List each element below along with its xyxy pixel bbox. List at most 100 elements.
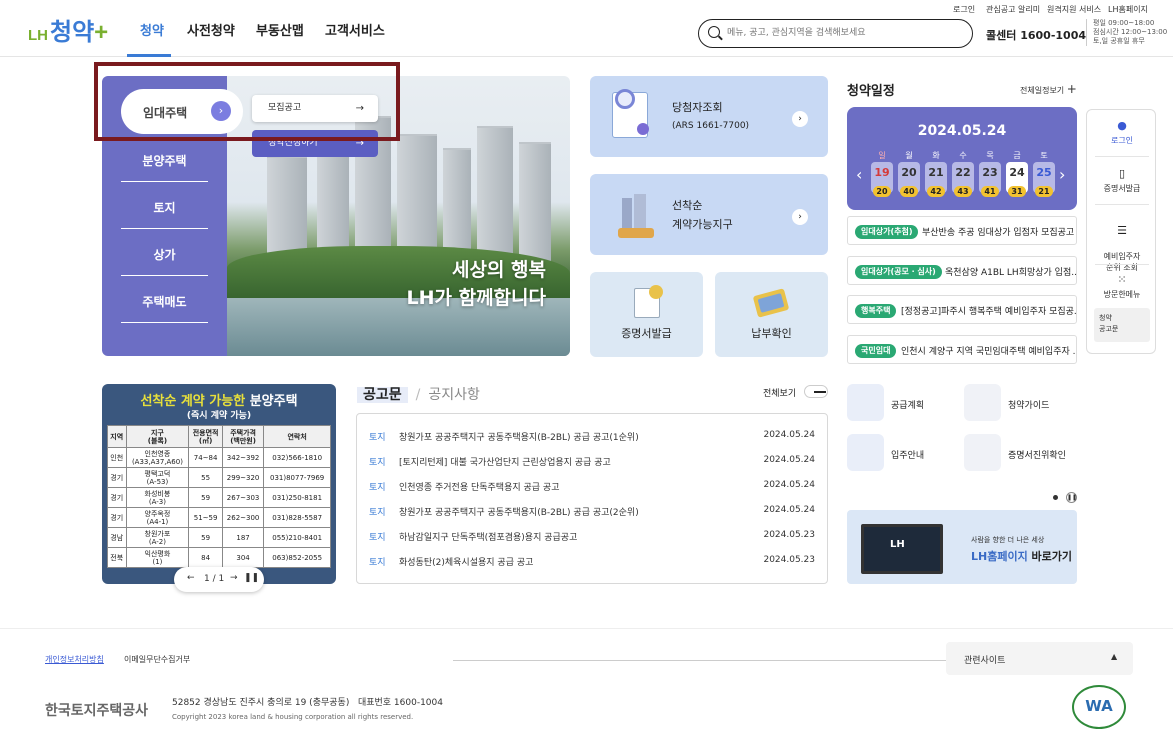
util-login[interactable]: 로그인 bbox=[953, 4, 975, 15]
schedule-notice-item[interactable]: 임대상가(추첨) 부산반송 주공 임대상가 입점자 모집공고 bbox=[847, 216, 1077, 245]
verify-icon[interactable] bbox=[964, 434, 1001, 471]
guide-icon[interactable] bbox=[964, 384, 1001, 421]
list-item[interactable]: 토지 창원가포 공공주택지구 공동주택용지(B-2BL) 공급 공고(1순위) 20… bbox=[369, 430, 815, 444]
tab-announcements[interactable]: 공고문 bbox=[357, 387, 408, 403]
dow: 목 bbox=[986, 151, 994, 160]
schedule-more-link[interactable]: 전체일정보기 + bbox=[1020, 82, 1077, 96]
next-arrow-icon[interactable]: → bbox=[230, 573, 238, 583]
table-cell: 전북 bbox=[107, 547, 127, 568]
list-item[interactable]: 토지 창원가포 공공주택지구 공동주택용지(B-2BL) 공급 공고(2순위) 20… bbox=[369, 505, 815, 519]
certificate-label: 증명서발급 bbox=[621, 327, 672, 340]
ad-line1: 사람을 향한 더 나은 세상 bbox=[971, 536, 1045, 544]
list-item[interactable]: 토지 [토지리턴제] 대불 국가산업단지 근린상업용지 공급 공고 2024.05.… bbox=[369, 455, 815, 469]
quick-login[interactable]: ● 로그인 bbox=[1087, 120, 1157, 146]
calendar-day[interactable]: 20 40 bbox=[898, 162, 920, 197]
schedule-notice-item[interactable]: 행복주택 [정정공고]파주시 행복주택 예비입주자 모집공... bbox=[847, 295, 1077, 324]
board-viewall-link[interactable]: 전체보기 bbox=[763, 386, 796, 399]
day-number: 22 bbox=[955, 166, 971, 179]
list-item[interactable]: 토지 하남감일지구 단독주택(점포겸용)용지 공급공고 2024.05.23 bbox=[369, 530, 815, 544]
item-category: 토지 bbox=[369, 483, 386, 493]
quick-certificate[interactable]: ▯ 증명서발급 bbox=[1087, 168, 1157, 194]
nav-customer-service[interactable]: 고객서비스 bbox=[325, 20, 385, 39]
minus-toggle-icon[interactable] bbox=[804, 385, 828, 398]
hours-lunch: 점심시간 12:00~13:00 bbox=[1093, 28, 1168, 36]
supply-plan-icon[interactable] bbox=[847, 384, 884, 421]
search-box[interactable] bbox=[698, 19, 973, 48]
menu-land[interactable]: 토지 bbox=[121, 199, 208, 229]
item-date: 2024.05.23 bbox=[763, 530, 815, 540]
ad-line2: LH홈페이지 바로가기 bbox=[971, 548, 1072, 564]
link-supply-plan[interactable]: 공급계획 bbox=[891, 398, 924, 411]
certificate-card[interactable]: 증명서발급 bbox=[590, 272, 703, 357]
link-verify[interactable]: 증명서진위확인 bbox=[1008, 448, 1066, 461]
link-move-in[interactable]: 입주안내 bbox=[891, 448, 924, 461]
table-cell: 031)828-5587 bbox=[263, 507, 331, 528]
menu-house-sale[interactable]: 주택매도 bbox=[121, 293, 208, 323]
table-row: 인천 인천영종 (A33,A37,A60) 74~84 342~392 032)… bbox=[107, 447, 331, 468]
caret-up-icon: ▲ bbox=[1111, 652, 1118, 661]
callcenter-number: 1600-1004 bbox=[1020, 29, 1087, 42]
nav-cheongyak[interactable]: 청약 bbox=[140, 20, 164, 39]
notice-badge: 국민임대 bbox=[855, 344, 897, 358]
pause-icon[interactable]: ❚❚ bbox=[1066, 492, 1077, 503]
notice-text: 인천시 계양구 지역 국민임대주택 예비입주자 ... bbox=[901, 347, 1077, 357]
search-icon[interactable] bbox=[708, 26, 720, 38]
email-refusal-link[interactable]: 이메일무단수집거부 bbox=[124, 654, 190, 665]
winner-lookup-card[interactable]: 당첨자조회 (ARS 1661-7700) › bbox=[590, 76, 828, 157]
search-input[interactable] bbox=[727, 25, 962, 41]
schedule-title: 청약일정 bbox=[847, 84, 895, 99]
quick-waitlist-label: 예비입주자 순위 조회 bbox=[1103, 252, 1141, 272]
item-category: 토지 bbox=[369, 458, 386, 468]
table-cell: 경기 bbox=[107, 487, 127, 508]
table-cell: 267~303 bbox=[221, 487, 265, 508]
item-date: 2024.05.24 bbox=[763, 455, 815, 465]
util-lh-homepage[interactable]: LH홈페이지 bbox=[1108, 4, 1148, 15]
privacy-policy-link[interactable]: 개인정보처리방침 bbox=[45, 654, 104, 665]
calendar-day[interactable]: 21 42 bbox=[925, 162, 947, 197]
day-number: 24 bbox=[1009, 166, 1025, 179]
schedule-notice-item[interactable]: 임대상가(공모 · 심사) 옥천삼양 A1BL LH희망상가 입점... bbox=[847, 256, 1077, 285]
schedule-notice-item[interactable]: 국민임대 인천시 계양구 지역 국민임대주택 예비입주자 ... bbox=[847, 335, 1077, 364]
table-cell: 경기 bbox=[107, 507, 127, 528]
next-week-icon[interactable]: › bbox=[1059, 165, 1065, 184]
calendar-day[interactable]: 22 43 bbox=[952, 162, 974, 197]
list-item[interactable]: 토지 화성동탄(2)체육시설용지 공급 공고 2024.05.23 bbox=[369, 555, 815, 569]
monitor-image: LH bbox=[861, 524, 943, 574]
menu-sale-housing[interactable]: 분양주택 bbox=[121, 152, 208, 182]
first-come-banner[interactable]: 선착순 계약 가능한 분양주택 (즉시 계약 가능) 지역 지구 (블록) 전용… bbox=[102, 384, 336, 584]
lh-logo[interactable]: LH청약+ bbox=[28, 12, 108, 47]
move-in-icon[interactable] bbox=[847, 434, 884, 471]
tab-notices[interactable]: 공지사항 bbox=[428, 387, 480, 403]
item-title: 화성동탄(2)체육시설용지 공급 공고 bbox=[399, 558, 534, 568]
nav-pre-subscription[interactable]: 사전청약 bbox=[187, 20, 235, 39]
chevron-right-icon[interactable]: › bbox=[792, 209, 808, 225]
document-icon: ▯ bbox=[1118, 167, 1126, 180]
slide-dot[interactable] bbox=[1053, 495, 1058, 500]
payment-label: 납부확인 bbox=[751, 327, 792, 340]
util-alert[interactable]: 관심공고 알리미 bbox=[986, 4, 1040, 15]
chevron-right-icon[interactable]: › bbox=[792, 111, 808, 127]
hero-line1: 세상의 행복 bbox=[451, 259, 546, 281]
payment-card[interactable]: 납부확인 bbox=[715, 272, 828, 357]
list-item[interactable]: 토지 인천영종 주거전용 단독주택용지 공급 공고 2024.05.24 bbox=[369, 480, 815, 494]
link-guide[interactable]: 청약가이드 bbox=[1008, 398, 1049, 411]
calendar-day[interactable]: 19 20 bbox=[871, 162, 893, 197]
calendar-day[interactable]: 23 41 bbox=[979, 162, 1001, 197]
prev-week-icon[interactable]: ‹ bbox=[856, 165, 862, 184]
first-come-card[interactable]: 선착순 계약가능지구 › bbox=[590, 174, 828, 255]
nav-realestate-map[interactable]: 부동산맵 bbox=[256, 20, 304, 39]
util-remote-support[interactable]: 원격지원 서비스 bbox=[1047, 4, 1101, 15]
quick-visited[interactable]: ⁙ 방문한메뉴 bbox=[1087, 274, 1157, 300]
related-sites-select[interactable]: 관련사이트 ▲ bbox=[946, 642, 1133, 675]
lh-homepage-banner[interactable]: LH 사람을 향한 더 나은 세상 LH홈페이지 바로가기 bbox=[847, 510, 1077, 584]
prev-arrow-icon[interactable]: ← bbox=[187, 573, 195, 583]
menu-commercial[interactable]: 상가 bbox=[121, 246, 208, 276]
calendar-day-selected[interactable]: 24 31 bbox=[1006, 162, 1028, 197]
pause-icon[interactable]: ❚❚ bbox=[244, 573, 259, 583]
quick-notice-item[interactable]: 청약 공고문 bbox=[1094, 308, 1150, 342]
notice-badge: 행복주택 bbox=[855, 304, 897, 318]
header: LH청약+ 청약 사전청약 부동산맵 고객서비스 로그인 관심공고 알리미 원격… bbox=[0, 0, 1173, 57]
banner-table: 지역 지구 (블록) 전용면적 (㎡) 주택가격 (백만원) 연락처 인천 인천… bbox=[107, 425, 331, 568]
item-date: 2024.05.23 bbox=[763, 555, 815, 565]
calendar-day[interactable]: 25 21 bbox=[1033, 162, 1055, 197]
